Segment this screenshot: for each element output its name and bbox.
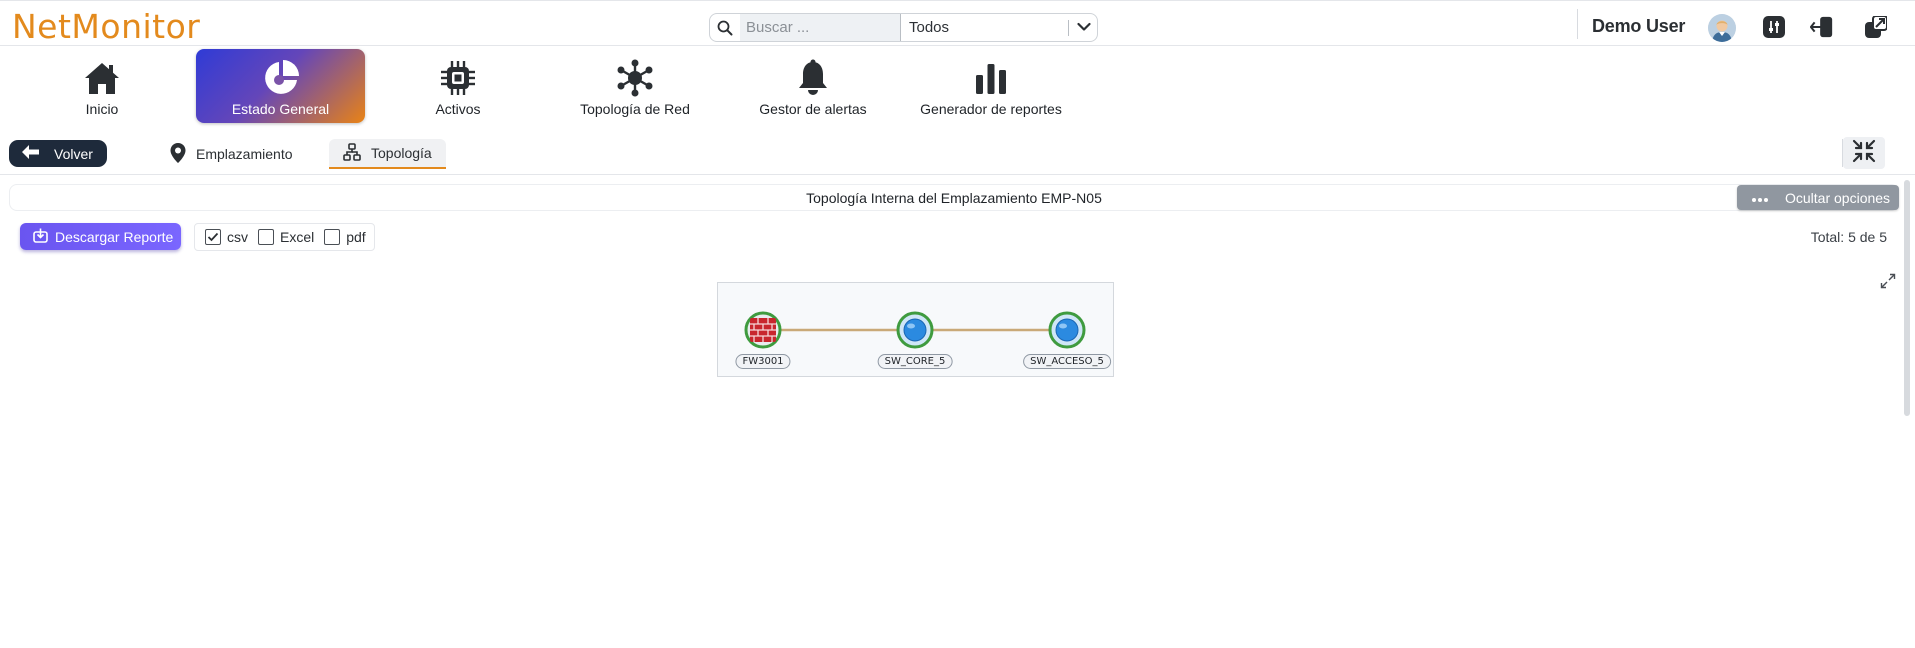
network-hub-icon [615, 58, 655, 98]
app-logo[interactable]: NetMonitor [12, 8, 200, 46]
nav-label: Estado General [231, 101, 330, 117]
node-label-sw-core-5: SW_CORE_5 [877, 354, 953, 369]
search-icon[interactable] [710, 14, 740, 41]
format-label: csv [227, 229, 248, 245]
pie-chart-icon [261, 58, 301, 98]
format-label: Excel [280, 229, 315, 245]
avatar-icon[interactable] [1708, 14, 1736, 42]
search-filter-select[interactable]: Todos [901, 14, 1097, 41]
switch-highlight [1059, 323, 1067, 329]
ellipsis-icon [1751, 190, 1769, 206]
nav-item-inicio[interactable]: Inicio [52, 49, 152, 123]
switch-node-acceso[interactable] [1048, 311, 1086, 349]
node-label-sw-acceso-5: SW_ACCESO_5 [1023, 354, 1111, 369]
select-controls [1068, 19, 1091, 36]
download-icon [33, 228, 48, 246]
collapse-button[interactable] [1843, 137, 1885, 169]
nav-label: Generador de reportes [920, 101, 1062, 117]
nav-label: Activos [435, 101, 481, 117]
tab-label: Emplazamiento [196, 146, 293, 162]
logout-icon[interactable] [1810, 15, 1834, 39]
switch-node-core[interactable] [896, 311, 934, 349]
switch-highlight [907, 323, 915, 329]
back-button-label: Volver [54, 145, 93, 162]
expand-icon[interactable] [1880, 273, 1896, 289]
subbar-divider [0, 174, 1915, 175]
format-options: csv Excel pdf [194, 223, 375, 251]
format-excel[interactable]: Excel [258, 229, 314, 245]
external-window-icon[interactable] [1864, 15, 1888, 39]
nav-item-estado-general[interactable]: Estado General [196, 49, 365, 123]
user-separator [1577, 9, 1578, 39]
bell-icon [793, 58, 833, 98]
compress-arrows-icon [1852, 139, 1876, 168]
nav-item-generador-reportes[interactable]: Generador de reportes [916, 49, 1066, 123]
search-input[interactable] [740, 14, 900, 41]
format-csv[interactable]: csv [205, 229, 248, 245]
tab-emplazamiento[interactable]: Emplazamiento [170, 139, 293, 169]
arrow-left-icon [22, 145, 40, 162]
home-icon [82, 58, 122, 98]
sitemap-icon [343, 142, 361, 164]
back-button[interactable]: Volver [9, 140, 107, 167]
excel-checkbox[interactable] [258, 229, 274, 245]
hide-options-button[interactable]: Ocultar opciones [1737, 185, 1899, 210]
download-report-label: Descargar Reporte [55, 228, 174, 245]
hide-options-label: Ocultar opciones [1785, 189, 1891, 206]
nav-item-topologia-red[interactable]: Topología de Red [570, 49, 700, 123]
bar-chart-icon [971, 58, 1011, 98]
switch-icon [1055, 318, 1079, 342]
tab-label: Topología [371, 145, 432, 161]
topology-canvas[interactable]: FW3001 SW_CORE_5 SW_ACCESO_5 [717, 282, 1114, 377]
chip-icon [438, 58, 478, 98]
select-separator [1068, 19, 1069, 36]
map-pin-icon [170, 142, 186, 166]
global-search: Todos [709, 13, 1098, 42]
chevron-down-icon [1077, 19, 1091, 36]
firewall-node[interactable] [744, 311, 782, 349]
nav-label: Topología de Red [580, 101, 690, 117]
format-pdf[interactable]: pdf [324, 229, 366, 245]
csv-checkbox[interactable] [205, 229, 221, 245]
firewall-icon [750, 318, 776, 342]
search-filter-value: Todos [909, 19, 950, 36]
nav-label: Inicio [85, 101, 119, 117]
format-label: pdf [346, 229, 366, 245]
nav-label: Gestor de alertas [759, 101, 867, 117]
sliders-icon[interactable] [1762, 15, 1786, 39]
top-bar: NetMonitor Todos Demo User [0, 0, 1915, 46]
switch-icon [903, 318, 927, 342]
nav-item-activos[interactable]: Activos [408, 49, 508, 123]
tab-topologia[interactable]: Topología [329, 139, 446, 169]
pdf-checkbox[interactable] [324, 229, 341, 245]
total-count: Total: 5 de 5 [1810, 229, 1887, 245]
download-report-button[interactable]: Descargar Reporte [20, 223, 181, 250]
nav-item-gestor-alertas[interactable]: Gestor de alertas [753, 49, 873, 123]
panel-title: Topología Interna del Emplazamiento EMP-… [806, 189, 1102, 206]
scrollbar-thumb[interactable] [1904, 180, 1910, 416]
panel-title-bar: Topología Interna del Emplazamiento EMP-… [9, 184, 1899, 211]
user-name[interactable]: Demo User [1592, 16, 1685, 37]
node-label-fw3001: FW3001 [735, 354, 791, 369]
